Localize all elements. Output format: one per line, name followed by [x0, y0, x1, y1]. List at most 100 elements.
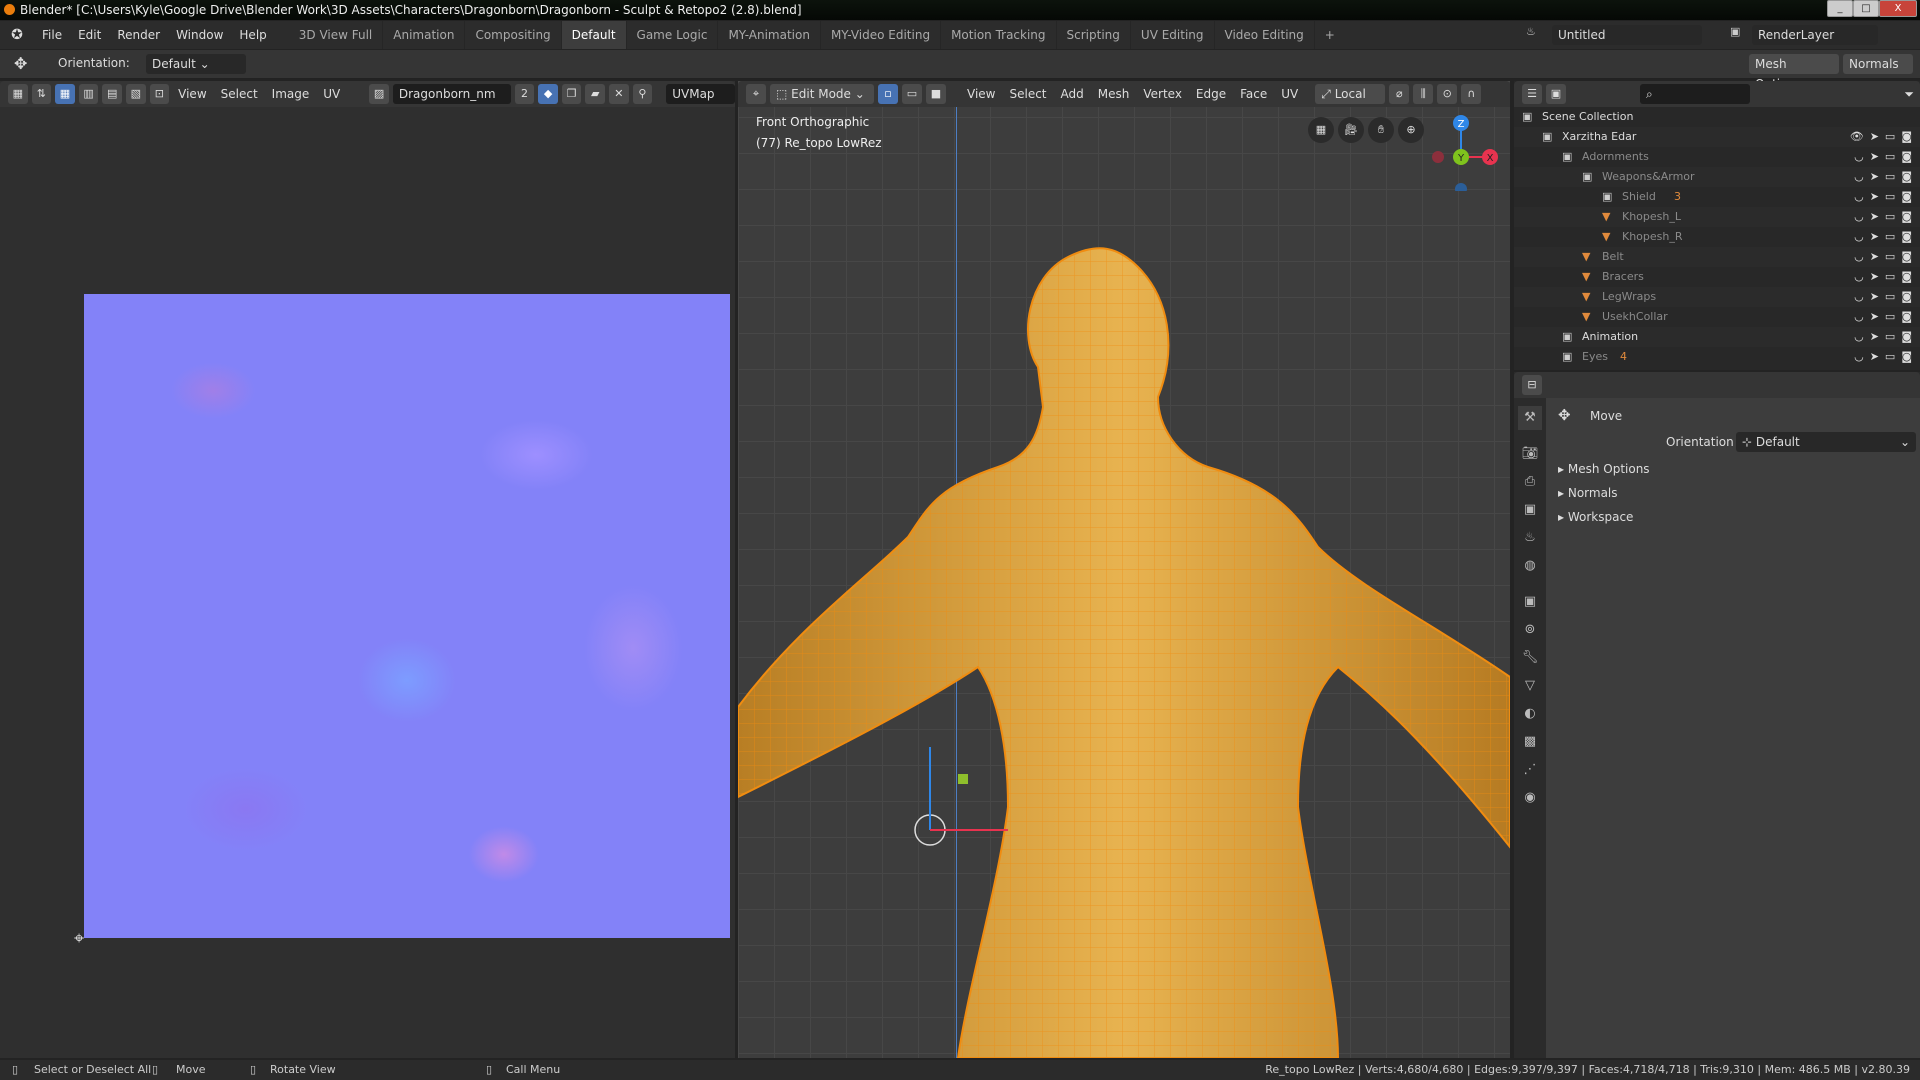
tab-my-video-editing[interactable]: MY-Video Editing — [821, 21, 942, 49]
close-button[interactable]: X — [1879, 0, 1917, 17]
tab-particles-icon[interactable]: ⋰ — [1518, 758, 1542, 782]
render-camera-icon[interactable]: ◙ — [1901, 327, 1912, 347]
visibility-toggles[interactable]: ◡ ➤ ▭ ◙ — [1854, 147, 1912, 167]
selectable-arrow-icon[interactable]: ➤ — [1870, 187, 1879, 207]
visibility-toggles[interactable]: ◡ ➤ ▭ ◙ — [1854, 327, 1912, 347]
2d-cursor-icon[interactable]: ⌖ — [74, 928, 84, 949]
selectable-arrow-icon[interactable]: ➤ — [1870, 347, 1879, 367]
scene-icon[interactable]: ♨ — [1526, 25, 1546, 38]
orientation-dropdown[interactable]: ⊹ Default ⌄ — [1736, 432, 1916, 452]
outliner-row[interactable]: ▼ Khopesh_R ◡ ➤ ▭ ◙ — [1514, 227, 1920, 247]
tab-compositing[interactable]: Compositing — [465, 21, 562, 49]
render-camera-icon[interactable]: ◙ — [1901, 147, 1912, 167]
image-name-field[interactable]: Dragonborn_nm — [392, 84, 511, 104]
render-camera-icon[interactable]: ◙ — [1901, 167, 1912, 187]
visibility-toggles[interactable]: 👁︎ ➤ ▭ ◙ — [1850, 127, 1912, 147]
outliner-row[interactable]: ▼ Khopesh_L ◡ ➤ ▭ ◙ — [1514, 207, 1920, 227]
viewport-monitor-icon[interactable]: ▭ — [1885, 167, 1895, 187]
render-camera-icon[interactable]: ◙ — [1901, 267, 1912, 287]
render-camera-icon[interactable]: ◙ — [1901, 227, 1912, 247]
visibility-toggles[interactable]: ◡ ➤ ▭ ◙ — [1854, 307, 1912, 327]
selectable-arrow-icon[interactable]: ➤ — [1870, 147, 1879, 167]
tab-physics-icon[interactable]: ◉ — [1518, 786, 1542, 810]
orientation-dropdown[interactable]: Default ⌄ — [146, 54, 246, 74]
outliner-row[interactable]: ▣ Animation ◡ ➤ ▭ ◙ — [1514, 327, 1920, 347]
selectable-arrow-icon[interactable]: ➤ — [1870, 287, 1879, 307]
unlink-image-icon[interactable]: ✕ — [609, 84, 629, 104]
transform-gizmo-plane[interactable] — [958, 774, 968, 784]
menu-file[interactable]: File — [34, 28, 70, 42]
pin-icon[interactable]: ⚲ — [632, 84, 653, 104]
tab-view-layer-icon[interactable]: ▣ — [1518, 498, 1542, 522]
selectable-arrow-icon[interactable]: ➤ — [1870, 207, 1879, 227]
viewport-monitor-icon[interactable]: ▭ — [1885, 247, 1895, 267]
image-users-count[interactable]: 2 — [514, 84, 535, 104]
tab-render-icon[interactable]: 📷︎ — [1518, 442, 1542, 466]
outliner-row[interactable]: ▣ Adornments ◡ ➤ ▭ ◙ — [1514, 147, 1920, 167]
sync-selection-icon[interactable]: ⇅ — [31, 84, 52, 104]
tab-my-animation[interactable]: MY-Animation — [718, 21, 821, 49]
hide-eye-icon[interactable]: ◡ — [1854, 307, 1864, 327]
view-layer-icon[interactable]: ▣ — [1546, 84, 1566, 104]
tab-constraints-icon[interactable]: ⊚ — [1518, 618, 1542, 642]
tab-uv-editing[interactable]: UV Editing — [1131, 21, 1215, 49]
visibility-toggles[interactable]: ◡ ➤ ▭ ◙ — [1854, 247, 1912, 267]
viewport-monitor-icon[interactable]: ▭ — [1885, 347, 1895, 367]
selectable-arrow-icon[interactable]: ➤ — [1870, 127, 1879, 147]
new-image-icon[interactable]: ❐ — [561, 84, 582, 104]
outliner-search-field[interactable]: ⌕ — [1640, 84, 1750, 104]
render-camera-icon[interactable]: ◙ — [1901, 307, 1912, 327]
hide-eye-icon[interactable]: ◡ — [1854, 207, 1864, 227]
snap-target-icon[interactable]: ⫼ — [1413, 84, 1434, 104]
menu-render[interactable]: Render — [109, 28, 168, 42]
menu-window[interactable]: Window — [168, 28, 231, 42]
tab-tool-icon[interactable]: ⚒ — [1518, 406, 1542, 430]
fake-user-icon[interactable]: ◆ — [538, 84, 558, 104]
island-select-icon[interactable]: ▧ — [125, 84, 146, 104]
viewport-menu-view[interactable]: View — [962, 87, 1000, 101]
editor-type-icon[interactable]: ⊟ — [1522, 375, 1542, 395]
render-camera-icon[interactable]: ◙ — [1901, 247, 1912, 267]
viewport-menu-vertex[interactable]: Vertex — [1138, 87, 1187, 101]
tab-material-icon[interactable]: ◐ — [1518, 702, 1542, 726]
selectable-arrow-icon[interactable]: ➤ — [1870, 227, 1879, 247]
uv-menu-uv[interactable]: UV — [318, 87, 345, 101]
view-layer-icon[interactable]: ▣ — [1730, 25, 1740, 38]
falloff-icon[interactable]: ∩ — [1461, 84, 1482, 104]
viewport-menu-mesh[interactable]: Mesh — [1093, 87, 1135, 101]
mode-dropdown[interactable]: ⬚ Edit Mode ⌄ — [770, 84, 874, 104]
uv-menu-select[interactable]: Select — [216, 87, 263, 101]
uv-editor[interactable]: ▦ ⇅ ▦ ▥ ▤ ▧ ⊡ View Select Image UV ▨ Dra… — [0, 81, 736, 1058]
image-browse-icon[interactable]: ▨ — [369, 84, 389, 104]
hide-eye-icon[interactable]: ◡ — [1854, 287, 1864, 307]
outliner-row[interactable]: ▣ Eyes 4 ◡ ➤ ▭ ◙ — [1514, 347, 1920, 367]
uv-menu-image[interactable]: Image — [267, 87, 315, 101]
vertex-select-mode-icon[interactable]: ▫ — [878, 84, 898, 104]
pivot-icon[interactable]: ⊡ — [149, 84, 170, 104]
tab-scene-icon[interactable]: ♨ — [1518, 526, 1542, 550]
view-layer-field[interactable]: RenderLayer — [1752, 25, 1878, 45]
tab-world-icon[interactable]: ◍ — [1518, 554, 1542, 578]
viewport-monitor-icon[interactable]: ▭ — [1885, 187, 1895, 207]
visibility-toggles[interactable]: ◡ ➤ ▭ ◙ — [1854, 267, 1912, 287]
tab-video-editing[interactable]: Video Editing — [1215, 21, 1315, 49]
render-camera-icon[interactable]: ◙ — [1901, 187, 1912, 207]
tab-motion-tracking[interactable]: Motion Tracking — [941, 21, 1057, 49]
panel-workspace[interactable]: ▸ Workspace — [1558, 510, 1633, 524]
outliner-row[interactable]: ▼ LegWraps ◡ ➤ ▭ ◙ — [1514, 287, 1920, 307]
snap-icon[interactable]: ⌀ — [1389, 84, 1410, 104]
selectable-arrow-icon[interactable]: ➤ — [1870, 327, 1879, 347]
visibility-toggles[interactable]: ◡ ➤ ▭ ◙ — [1854, 167, 1912, 187]
outliner-row[interactable]: ▣ Scene Collection — [1514, 107, 1920, 127]
viewport-monitor-icon[interactable]: ▭ — [1885, 307, 1895, 327]
transform-orientation-dropdown[interactable]: ⤢ Local — [1315, 84, 1386, 104]
hide-eye-icon[interactable]: ◡ — [1854, 347, 1864, 367]
edge-select-icon[interactable]: ▥ — [78, 84, 99, 104]
tab-animation[interactable]: Animation — [383, 21, 466, 49]
viewport-menu-face[interactable]: Face — [1235, 87, 1272, 101]
face-select-mode-icon[interactable]: ■ — [926, 84, 946, 104]
visibility-toggles[interactable]: ◡ ➤ ▭ ◙ — [1854, 347, 1912, 367]
viewport-monitor-icon[interactable]: ▭ — [1885, 327, 1895, 347]
3d-viewport[interactable]: ⌖ ⬚ Edit Mode ⌄ ▫ ▭ ■ View Select Add Me… — [738, 81, 1510, 1058]
menu-help[interactable]: Help — [231, 28, 274, 42]
